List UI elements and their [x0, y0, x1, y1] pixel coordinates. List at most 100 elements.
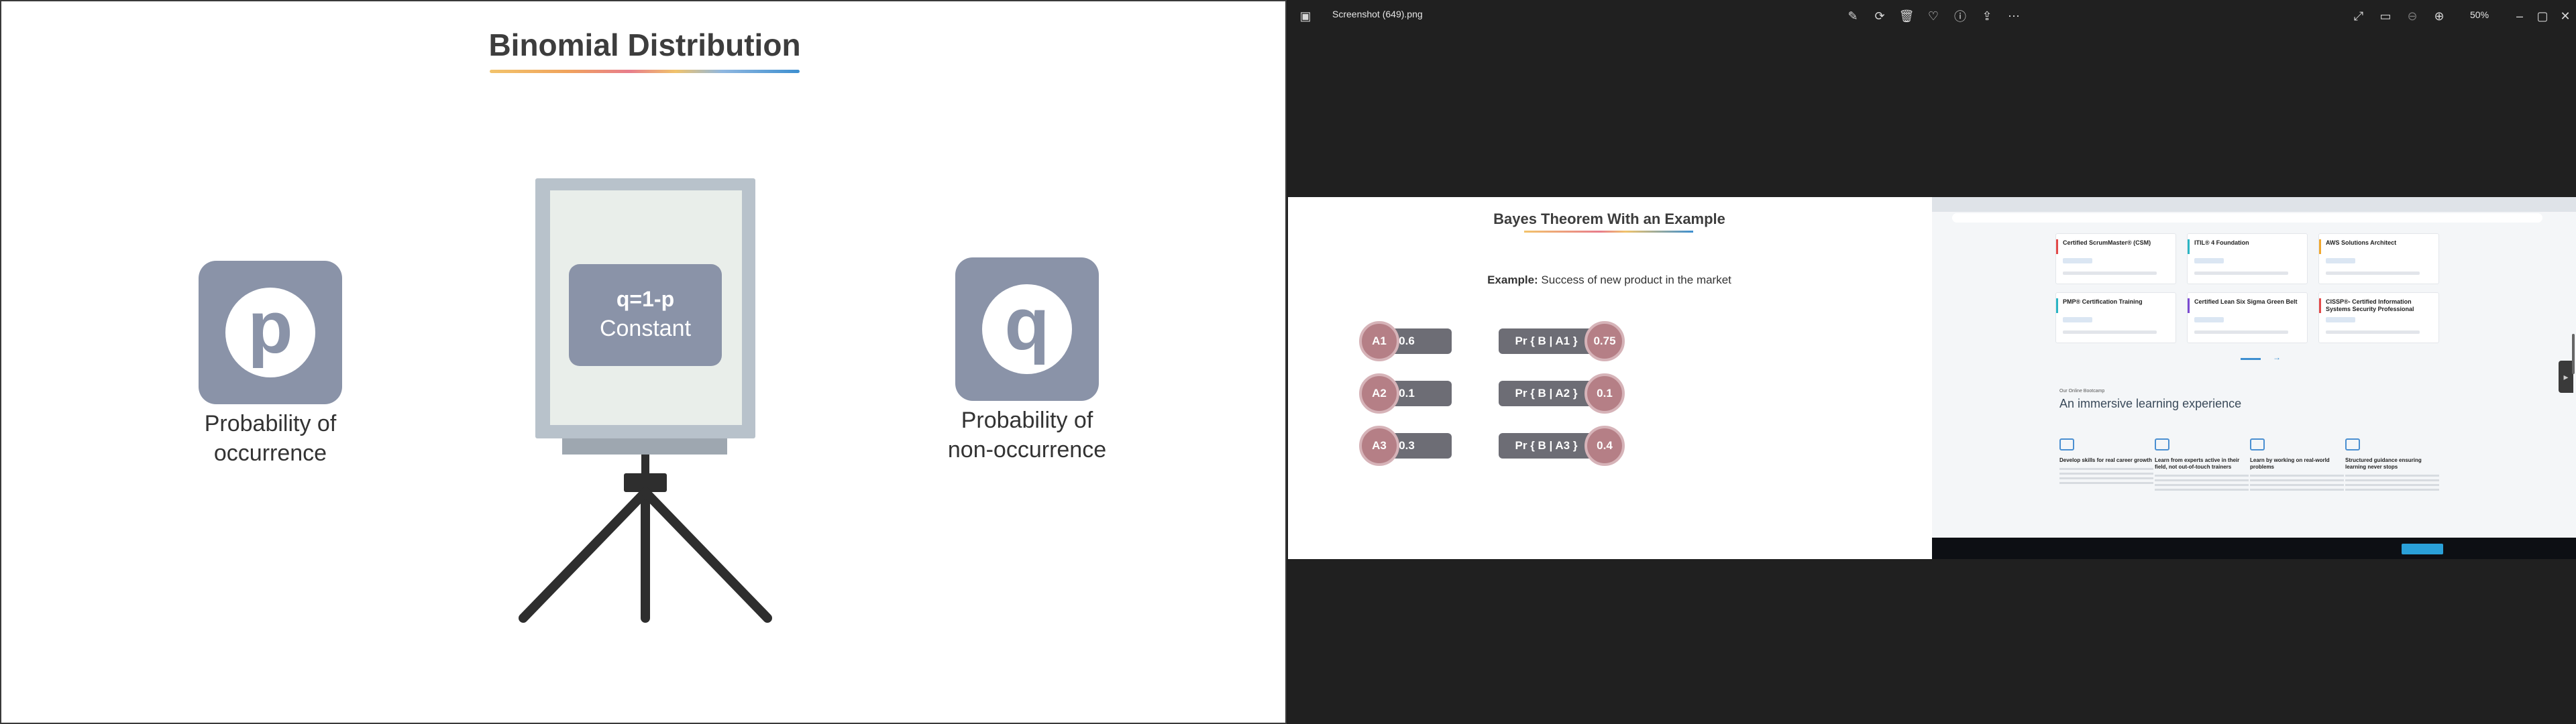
- example-text: Success of new product in the market: [1541, 274, 1731, 286]
- course-tag: [2194, 317, 2224, 322]
- course-meta: [2326, 272, 2420, 275]
- preview-bayes-slide: Bayes Theorem With an Example Example: S…: [1288, 197, 1931, 559]
- event-bubble-2: A2: [1359, 373, 1399, 414]
- slide-pane: Binomial Distribution p Probability of o…: [0, 0, 1287, 724]
- more-icon[interactable]: ⋯: [2004, 7, 2023, 25]
- constant-label: Constant: [599, 316, 692, 341]
- event-label: A3: [1372, 439, 1387, 452]
- course-name: CISSP®- Certified Information Systems Se…: [2326, 298, 2414, 312]
- course-name: Certified Lean Six Sigma Green Belt: [2194, 298, 2298, 305]
- card-accent: [2188, 298, 2190, 313]
- cond-value: 0.1: [1597, 387, 1613, 400]
- cond-bubble-3: 0.4: [1585, 426, 1625, 466]
- feature-icon: [2155, 438, 2169, 450]
- course-tag: [2194, 258, 2224, 263]
- card-accent: [2056, 298, 2058, 313]
- card-accent: [2319, 298, 2321, 313]
- zoom-in-icon[interactable]: ⊕: [2430, 7, 2449, 25]
- cond-pill-1: Pr { B | A1 }: [1499, 328, 1594, 354]
- event-bubble-1: A1: [1359, 321, 1399, 361]
- feature-title: Learn from experts active in their field…: [2155, 457, 2240, 470]
- feature-title: Develop skills for real career growth: [2059, 457, 2152, 463]
- slideshow-icon[interactable]: ▭: [2376, 7, 2395, 25]
- preview-website: Certified ScrumMaster® (CSM) ITIL® 4 Fou…: [1932, 197, 2576, 559]
- feature-icon: [2345, 438, 2360, 450]
- bayes-title: Bayes Theorem With an Example: [1493, 210, 1725, 227]
- embedded-address-bar: [1952, 213, 2542, 223]
- feature-item: Learn by working on real-world problems: [2250, 438, 2344, 492]
- cond-label: Pr { B | A2 }: [1515, 387, 1578, 400]
- event-value: 0.1: [1399, 387, 1415, 400]
- constant-card: q=1-p Constant: [569, 264, 722, 366]
- course-card: CISSP®- Certified Information Systems Se…: [2318, 292, 2439, 343]
- course-tag: [2326, 258, 2355, 263]
- feature-description: [2250, 475, 2344, 492]
- site-footer-bar: [1932, 538, 2576, 559]
- delete-icon[interactable]: 🗑: [1897, 7, 1916, 25]
- cond-pill-2: Pr { B | A2 }: [1499, 381, 1594, 406]
- zoom-level[interactable]: 50%: [2470, 9, 2489, 20]
- event-label: A1: [1372, 335, 1387, 347]
- q-letter: q: [982, 284, 1072, 374]
- course-tag: [2063, 317, 2092, 322]
- cond-label: Pr { B | A1 }: [1515, 335, 1578, 347]
- event-value: 0.6: [1399, 335, 1415, 347]
- q-caption-line2: non-occurrence: [947, 437, 1107, 463]
- footer-cta: [2402, 544, 2443, 554]
- favorite-icon[interactable]: ♡: [1924, 7, 1943, 25]
- course-card: Certified ScrumMaster® (CSM): [2055, 233, 2176, 284]
- info-icon[interactable]: ⓘ: [1951, 7, 1970, 25]
- feature-description: [2345, 475, 2439, 492]
- cond-bubble-1: 0.75: [1585, 321, 1625, 361]
- cond-label: Pr { B | A3 }: [1515, 439, 1578, 452]
- share-icon[interactable]: ⇪: [1978, 7, 1996, 25]
- title-underline: [490, 70, 800, 73]
- q-caption: Probability of non-occurrence: [910, 406, 1144, 465]
- course-meta: [2194, 330, 2288, 334]
- feature-description: [2155, 475, 2249, 492]
- course-meta: [2194, 272, 2288, 275]
- section-kicker: Our Online Bootcamp: [2059, 389, 2105, 394]
- easel-ledge: [562, 438, 727, 455]
- example-line: Example: Success of new product in the m…: [1288, 274, 1931, 287]
- course-card: Certified Lean Six Sigma Green Belt: [2187, 292, 2308, 343]
- feature-icon: [2250, 438, 2265, 450]
- image-preview[interactable]: Bayes Theorem With an Example Example: S…: [1288, 197, 2576, 559]
- constant-formula: q=1-p: [616, 287, 675, 311]
- edit-image-icon[interactable]: ✎: [1843, 7, 1862, 25]
- p-caption: Probability of occurrence: [153, 409, 388, 468]
- carousel-next-icon: →: [2273, 353, 2281, 362]
- feature-icon: [2059, 438, 2074, 450]
- rotate-icon[interactable]: ⟳: [1870, 7, 1889, 25]
- p-letter: p: [225, 288, 315, 377]
- feature-title: Structured guidance ensuring learning ne…: [2345, 457, 2422, 470]
- course-tag: [2326, 317, 2355, 322]
- bayes-underline: [1524, 231, 1693, 233]
- cond-pill-3: Pr { B | A3 }: [1499, 433, 1594, 459]
- gallery-icon[interactable]: ▣: [1296, 7, 1315, 25]
- side-panel-toggle-icon[interactable]: ▸: [2559, 361, 2573, 393]
- scrollbar[interactable]: [2572, 334, 2575, 374]
- course-meta: [2063, 330, 2157, 334]
- minimize-icon[interactable]: –: [2510, 7, 2529, 25]
- feature-description: [2059, 468, 2153, 485]
- feature-item: Structured guidance ensuring learning ne…: [2345, 438, 2439, 492]
- example-label: Example:: [1487, 274, 1538, 286]
- maximize-icon[interactable]: ▢: [2533, 7, 2552, 25]
- course-name: ITIL® 4 Foundation: [2194, 239, 2249, 246]
- course-meta: [2063, 272, 2157, 275]
- file-name: Screenshot (649).png: [1332, 9, 1423, 19]
- course-tag: [2063, 258, 2092, 263]
- embedded-browser-bar: [1932, 197, 2576, 212]
- viewer-toolbar: ▣ Screenshot (649).png ✎ ⟳ 🗑 ♡ ⓘ ⇪ ⋯ ⤢ ▭…: [1288, 0, 2576, 32]
- q-caption-line1: Probability of: [961, 408, 1093, 433]
- close-icon[interactable]: ✕: [2556, 7, 2575, 25]
- event-label: A2: [1372, 387, 1387, 400]
- fullscreen-icon[interactable]: ⤢: [2349, 7, 2368, 25]
- zoom-out-icon[interactable]: ⊖: [2403, 7, 2422, 25]
- course-card: AWS Solutions Architect: [2318, 233, 2439, 284]
- feature-item: Develop skills for real career growth: [2059, 438, 2153, 485]
- feature-item: Learn from experts active in their field…: [2155, 438, 2249, 492]
- event-bubble-3: A3: [1359, 426, 1399, 466]
- course-card: PMP® Certification Training: [2055, 292, 2176, 343]
